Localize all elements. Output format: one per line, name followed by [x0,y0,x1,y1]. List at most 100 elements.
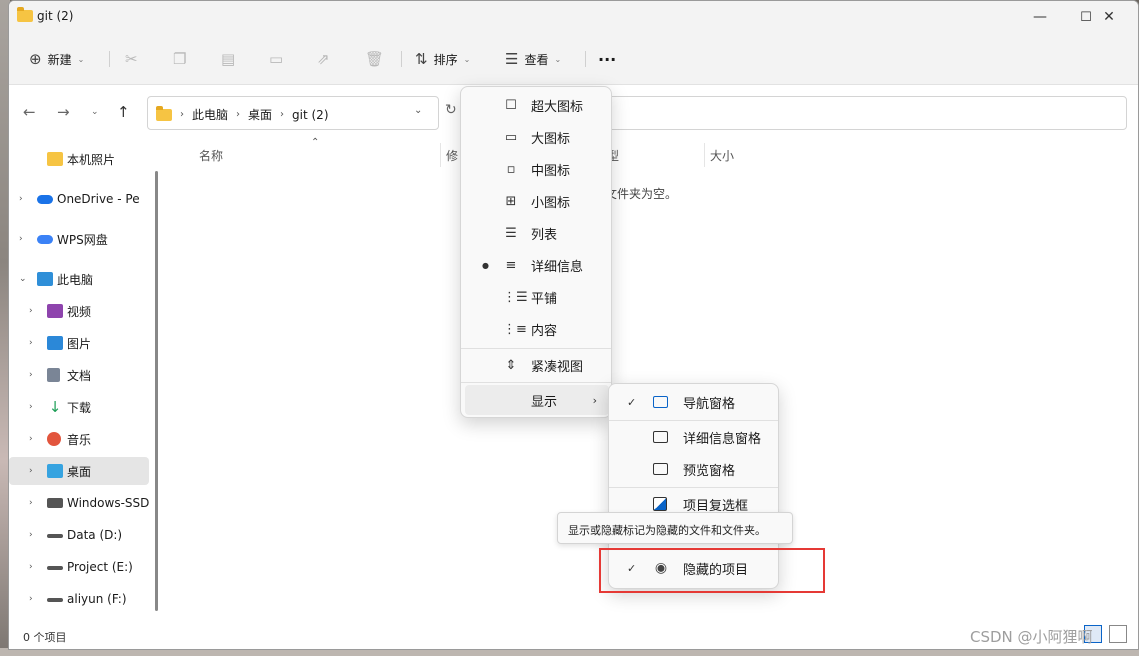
menu-item-label: 紧凑视图 [531,359,584,375]
menu-item-tiles[interactable]: ⋮☰ 平铺 [465,282,609,312]
folder-icon [47,152,63,166]
address-bar[interactable]: › 此电脑 › 桌面 › git (2) ⌄ [147,96,439,130]
chevron-right-icon: › [19,234,23,244]
rename-button[interactable]: ▭ [269,46,283,72]
menu-item-details[interactable]: ● ≡ 详细信息 [465,250,609,280]
tiles-view-toggle-icon[interactable] [1109,625,1127,643]
sidebar-item-windows-ssd[interactable]: › Windows-SSD [9,489,149,517]
sidebar-item-label: OneDrive - Pers [57,192,139,206]
sort-arrows-icon: ⇅ [415,50,428,68]
checkbox-icon [653,497,667,511]
delete-button[interactable]: 🗑 [365,46,384,72]
column-divider[interactable] [440,143,441,167]
column-header-modified[interactable]: 修 [446,147,458,164]
menu-divider [461,382,611,383]
menu-item-label: 大图标 [531,131,571,147]
status-item-count: 0 个项目 [23,631,67,644]
sidebar-item-downloads[interactable]: › ↓ 下载 [9,393,149,421]
view-label: 查看 [524,52,549,67]
up-arrow-icon[interactable]: ↑ [117,103,130,121]
chevron-down-icon: ⌄ [19,274,27,284]
sidebar-item-label: Windows-SSD [67,496,149,510]
sidebar-item-desktop[interactable]: › 桌面 [9,457,149,485]
sidebar-item-this-pc[interactable]: ⌄ 此电脑 [9,265,139,293]
column-header-size[interactable]: 大小 [710,147,734,164]
sidebar-item-wps[interactable]: › WPS网盘 [9,225,139,253]
watermark: CSDN @小阿狸啊 [970,628,1093,646]
sidebar-item-pictures[interactable]: › 图片 [9,329,149,357]
chevron-right-icon: › [29,370,33,380]
minimize-button[interactable]: — [1017,1,1063,33]
sidebar-item-label: Data (D:) [67,528,123,542]
submenu-item-navigation-pane[interactable]: ✓ 导航窗格 [613,387,776,417]
chevron-right-icon: › [29,466,33,476]
copy-button[interactable]: ❐ [173,46,186,72]
menu-item-small-icons[interactable]: ⊞ 小图标 [465,186,609,216]
sidebar-item-videos[interactable]: › 视频 [9,297,149,325]
toolbar-divider [109,51,110,67]
sidebar-item-onedrive[interactable]: › OneDrive - Pers [9,185,139,213]
list-icon: ☰ [505,225,517,241]
sidebar-item-label: 此电脑 [57,272,94,287]
menu-item-list[interactable]: ☰ 列表 [465,218,609,248]
share-button[interactable]: ⇗ [317,46,330,72]
refresh-icon[interactable]: ↻ [445,102,457,118]
menu-item-extra-large-icons[interactable]: ☐ 超大图标 [465,90,609,120]
menu-item-label: 中图标 [531,163,571,179]
menu-item-content[interactable]: ⋮≡ 内容 [465,314,609,344]
close-button[interactable]: ✕ [1086,1,1132,33]
recent-chevron-icon[interactable]: ⌄ [91,107,99,117]
menu-item-show[interactable]: 显示 › [465,385,609,415]
cloud-icon [37,194,53,204]
share-icon: ⇗ [317,50,330,68]
sidebar-item-label: 桌面 [67,464,92,479]
sidebar-item-data-d[interactable]: › Data (D:) [9,521,149,549]
column-header-name[interactable]: 名称 [199,147,223,164]
back-arrow-icon[interactable]: ← [23,103,36,121]
small-icons-icon: ⊞ [505,193,517,209]
search-box[interactable] [601,96,1127,130]
sidebar-item-aliyun-f[interactable]: › aliyun (F:) [9,585,149,613]
sidebar-item-documents[interactable]: › 文档 [9,361,149,389]
menu-item-large-icons[interactable]: ▭ 大图标 [465,122,609,152]
submenu-item-details-pane[interactable]: 详细信息窗格 [613,422,776,452]
title-bar: git (2) — ☐ ✕ [9,1,1138,33]
sidebar-scrollbar[interactable] [155,171,158,611]
chevron-right-icon: › [236,109,241,120]
menu-item-label: 超大图标 [531,99,584,115]
sidebar-item-music[interactable]: › 音乐 [9,425,149,453]
breadcrumb-git[interactable]: git (2) [292,108,328,122]
chevron-right-icon: › [29,434,33,444]
preview-pane-icon [653,463,668,475]
menu-item-medium-icons[interactable]: ▫ 中图标 [465,154,609,184]
sort-button[interactable]: ⇅ 排序 ⌄ [415,46,470,72]
sidebar-item-label: WPS网盘 [57,232,108,247]
folder-icon [156,105,172,121]
tiles-icon: ⋮☰ [503,289,528,305]
column-divider[interactable] [704,143,705,167]
sidebar-item-label: Project (E:) [67,560,133,574]
chevron-right-icon: › [29,338,33,348]
new-button[interactable]: ⊕ 新建 ⌄ [29,46,84,72]
submenu-item-preview-pane[interactable]: 预览窗格 [613,454,776,484]
download-arrow-icon: ↓ [48,398,62,416]
menu-item-compact-view[interactable]: ⇕ 紧凑视图 [465,350,609,380]
cut-button[interactable]: ✂ [125,46,138,72]
menu-item-label: 导航窗格 [683,396,736,412]
paste-button[interactable]: ▤ [221,46,235,72]
sidebar-item-label: 音乐 [67,432,92,447]
breadcrumb-this-pc[interactable]: 此电脑 [192,106,228,123]
large-icons-icon: ▭ [504,129,518,145]
sidebar-item-label: 视频 [67,304,92,319]
sidebar-item-project-e[interactable]: › Project (E:) [9,553,149,581]
sidebar-item-photos[interactable]: 本机照片 [9,145,149,173]
chevron-right-icon: › [280,109,285,120]
document-icon [47,368,60,382]
medium-icons-icon: ▫ [506,161,516,177]
view-button[interactable]: ☰ 查看 ⌄ [505,46,561,72]
menu-item-label: 列表 [531,227,558,243]
breadcrumb-desktop[interactable]: 桌面 [248,106,272,123]
more-options-button[interactable]: ··· [598,46,616,72]
forward-arrow-icon[interactable]: → [57,103,70,121]
address-dropdown-icon[interactable]: ⌄ [414,105,422,116]
